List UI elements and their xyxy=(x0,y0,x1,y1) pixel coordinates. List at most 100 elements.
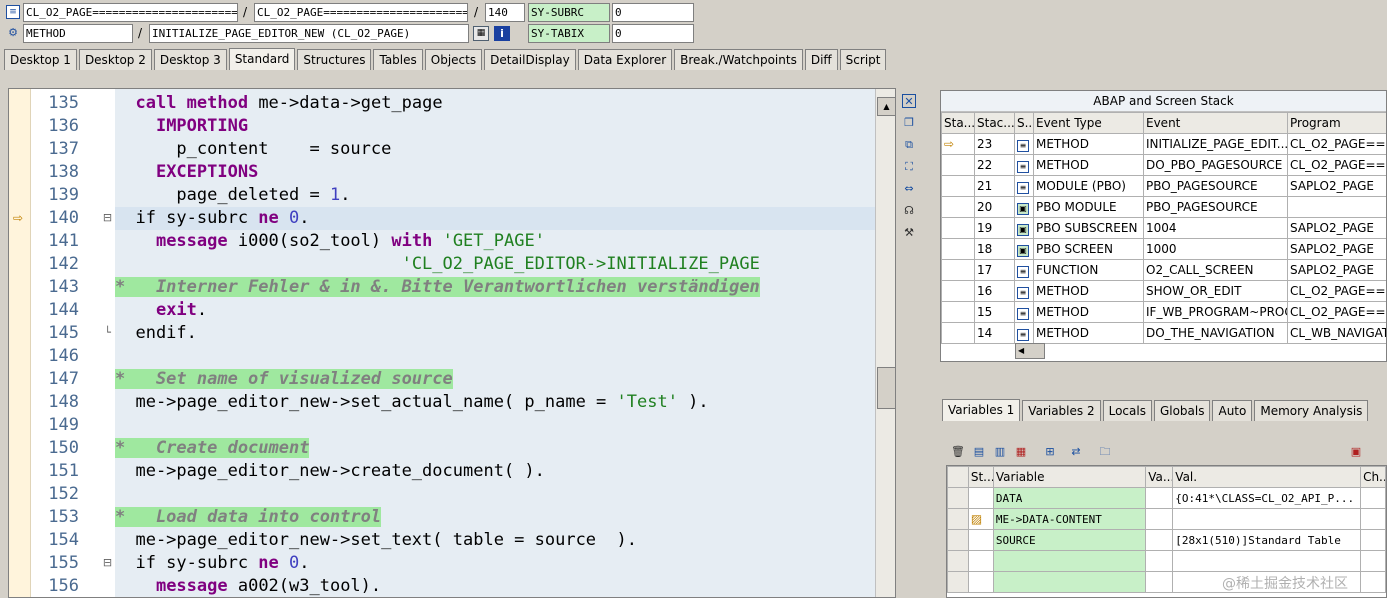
sysvar-label-2[interactable]: SY-TABIX xyxy=(528,24,610,43)
variable-value-cell[interactable]: {O:41*\CLASS=CL_O2_API_P... xyxy=(1172,487,1362,509)
var-change-cell[interactable] xyxy=(1360,529,1386,551)
stack-col-header[interactable]: Event Type xyxy=(1033,112,1144,134)
table-icon[interactable]: ▦ xyxy=(1013,444,1029,460)
variable-value-cell[interactable] xyxy=(1172,550,1362,572)
variable-row[interactable]: ▨ ME->DATA-CONTENT xyxy=(947,508,1386,530)
tab-detaildisplay[interactable]: DetailDisplay xyxy=(484,49,576,70)
row-selector[interactable] xyxy=(947,508,969,530)
stack-horizontal-scrollbar[interactable]: ◀ xyxy=(1015,343,1045,359)
navigate-icon[interactable]: ⇄ xyxy=(1068,444,1084,460)
delete-icon[interactable]: 🗑 xyxy=(950,444,966,460)
type-field[interactable]: METHOD xyxy=(23,24,133,43)
var-tab-memory-analysis[interactable]: Memory Analysis xyxy=(1254,400,1369,421)
var-col-header[interactable]: Variable xyxy=(992,466,1147,488)
editor-vertical-scrollbar[interactable]: ▲ xyxy=(875,89,895,597)
new-window-icon[interactable]: ❐ xyxy=(902,116,916,130)
include-field[interactable]: CL_O2_PAGE======================CM xyxy=(254,3,468,22)
var-col-header[interactable]: St... xyxy=(967,466,994,488)
source-code-editor[interactable]: 135 call method me->data->get_page 136 IM… xyxy=(8,88,896,598)
sysvar-label-1[interactable]: SY-SUBRC xyxy=(528,3,610,22)
variable-name-input[interactable] xyxy=(992,571,1147,593)
stack-row[interactable]: 19 ▣ PBO SUBSCREEN 1004 SAPLO2_PAGE xyxy=(941,217,1386,239)
swap-tool-icon[interactable]: ⧉ xyxy=(902,138,916,152)
variable-row[interactable]: SOURCE [28x1(510)]Standard Table xyxy=(947,529,1386,551)
variable-name-input[interactable]: ME->DATA-CONTENT xyxy=(992,508,1147,530)
info-icon[interactable]: i xyxy=(494,26,510,41)
stack-row[interactable]: 14 ≡ METHOD DO_THE_NAVIGATION CL_WB_NAVIGAT xyxy=(941,322,1386,344)
var-change-cell[interactable] xyxy=(1360,487,1386,509)
services-icon[interactable]: ⚒ xyxy=(902,226,916,240)
stack-row[interactable]: 18 ▣ PBO SCREEN 1000 SAPLO2_PAGE xyxy=(941,238,1386,260)
close-icon[interactable]: ✕ xyxy=(902,94,916,108)
line-field[interactable]: 140 xyxy=(485,3,525,22)
code-line[interactable] xyxy=(9,483,895,506)
stack-row[interactable]: 15≡ METHODIF_WB_PROGRAM~PROC...CL_O2_PAGE… xyxy=(941,301,1386,323)
var-col-header[interactable]: Val. xyxy=(1172,466,1362,488)
tab-break-watchpoints[interactable]: Break./Watchpoints xyxy=(674,49,803,70)
stack-row[interactable]: 22 ≡ METHOD DO_PBO_PAGESOURCE CL_O2_PAGE=== xyxy=(941,154,1386,176)
document-icon[interactable]: ▥ xyxy=(992,444,1008,460)
stack-col-header[interactable]: S... xyxy=(1014,112,1034,134)
variable-name-input[interactable] xyxy=(992,550,1147,572)
row-selector[interactable] xyxy=(947,571,969,593)
tab-script[interactable]: Script xyxy=(839,49,887,70)
variable-row[interactable]: DATA {O:41*\CLASS=CL_O2_API_P... xyxy=(947,487,1386,509)
var-tab-auto[interactable]: Auto xyxy=(1212,400,1253,421)
resize-icon[interactable]: ⇔ xyxy=(902,182,916,196)
variable-value-cell[interactable]: [28x1(510)]Standard Table xyxy=(1172,529,1362,551)
row-selector[interactable] xyxy=(947,550,969,572)
variable-name-input[interactable]: DATA xyxy=(992,487,1147,509)
sysvar-value-1[interactable]: 0 xyxy=(612,3,694,22)
tab-desktop-1[interactable]: Desktop 1 xyxy=(4,49,77,70)
stack-col-header[interactable]: Program xyxy=(1287,112,1386,134)
tab-structures[interactable]: Structures xyxy=(297,49,372,70)
row-selector[interactable] xyxy=(947,529,969,551)
variable-value-cell[interactable] xyxy=(1172,508,1362,530)
variable-name-input[interactable]: SOURCE xyxy=(992,529,1147,551)
variable-row[interactable] xyxy=(947,550,1386,572)
headset-icon[interactable]: ☊ xyxy=(902,204,916,218)
var-col-header[interactable]: Ch... xyxy=(1360,466,1386,488)
fold-toggle-icon[interactable]: └ xyxy=(102,327,113,338)
stack-status-cell xyxy=(941,175,975,197)
tab-data-explorer[interactable]: Data Explorer xyxy=(577,49,673,70)
tab-desktop-2[interactable]: Desktop 2 xyxy=(78,49,152,70)
fold-toggle-icon[interactable]: ⊟ xyxy=(102,212,113,223)
var-change-cell[interactable] xyxy=(1360,571,1386,593)
var-change-cell[interactable] xyxy=(1360,508,1386,530)
var-tab-variables-2[interactable]: Variables 2 xyxy=(1022,400,1101,421)
save-icon[interactable]: ▣ xyxy=(1348,444,1364,460)
code-line[interactable] xyxy=(9,414,895,437)
tab-standard[interactable]: Standard xyxy=(228,48,296,70)
hierarchy-icon[interactable]: ⊞ xyxy=(1042,444,1058,460)
stack-col-header[interactable]: Sta... xyxy=(941,112,975,134)
event-field[interactable]: INITIALIZE_PAGE_EDITOR_NEW (CL_O2_PAGE) xyxy=(149,24,469,43)
display-object-icon[interactable]: ▦ xyxy=(473,26,489,41)
stack-row[interactable]: ⇨ 23 ≡ METHOD INITIALIZE_PAGE_EDIT... CL_O2_P… xyxy=(941,133,1386,155)
maximize-icon[interactable]: ⛶ xyxy=(902,160,916,174)
folder-icon[interactable]: 🗀 xyxy=(1097,444,1113,460)
scroll-thumb[interactable] xyxy=(877,367,895,409)
tab-diff[interactable]: Diff xyxy=(804,49,838,70)
scroll-up-button[interactable]: ▲ xyxy=(877,97,895,116)
var-tab-globals[interactable]: Globals xyxy=(1153,400,1211,421)
tab-tables[interactable]: Tables xyxy=(373,49,423,70)
detail-view-icon[interactable]: ▤ xyxy=(971,444,987,460)
var-tab-variables-1[interactable]: Variables 1 xyxy=(942,399,1021,421)
stack-col-header[interactable]: Event xyxy=(1143,112,1288,134)
stack-col-header[interactable]: Stac... xyxy=(974,112,1015,134)
tab-desktop-3[interactable]: Desktop 3 xyxy=(153,49,227,70)
code-line[interactable] xyxy=(9,345,895,368)
stack-row[interactable]: 17 ≡ FUNCTION O2_CALL_SCREEN SAPLO2_PAGE xyxy=(941,259,1386,281)
program-field[interactable]: CL_O2_PAGE======================CP xyxy=(23,3,238,22)
stack-row[interactable]: 16 ≡ METHOD SHOW_OR_EDIT CL_O2_PAGE=== xyxy=(941,280,1386,302)
var-col-header[interactable]: Va... xyxy=(1145,466,1174,488)
stack-row[interactable]: 20 ▣ PBO MODULE PBO_PAGESOURCE xyxy=(941,196,1386,218)
var-change-cell[interactable] xyxy=(1360,550,1386,572)
fold-toggle-icon[interactable]: ⊟ xyxy=(102,557,113,568)
sysvar-value-2[interactable]: 0 xyxy=(612,24,694,43)
var-tab-locals[interactable]: Locals xyxy=(1102,400,1152,421)
tab-objects[interactable]: Objects xyxy=(424,49,483,70)
row-selector[interactable] xyxy=(947,487,969,509)
stack-row[interactable]: 21 ≡ MODULE (PBO) PBO_PAGESOURCE SAPLO2_PAGE xyxy=(941,175,1386,197)
